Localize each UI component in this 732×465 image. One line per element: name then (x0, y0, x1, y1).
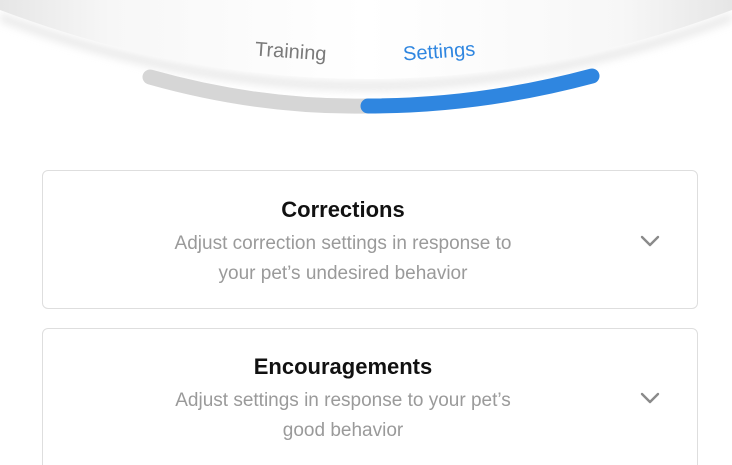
arc-background (0, 0, 732, 114)
corrections-card[interactable]: Corrections Adjust correction settings i… (42, 170, 698, 309)
encouragements-title: Encouragements (253, 354, 433, 379)
corrections-title: Corrections (281, 197, 405, 222)
tab-training[interactable]: Training (254, 38, 327, 67)
tab-settings[interactable]: Settings (402, 38, 476, 67)
chevron-down-icon[interactable] (639, 391, 661, 405)
chevron-down-icon[interactable] (639, 234, 661, 248)
encouragements-description: Adjust settings in response to your pet’… (83, 386, 603, 446)
encouragements-description-line-1: Adjust settings in response to your pet’… (175, 390, 511, 411)
corrections-card-content: Corrections Adjust correction settings i… (83, 195, 603, 289)
corrections-description-line-1: Adjust correction settings in response t… (174, 233, 512, 254)
arc-panel (0, 0, 732, 79)
encouragements-card-content: Encouragements Adjust settings in respon… (83, 352, 603, 446)
settings-screen: Training Settings Corrections Adjust cor… (0, 0, 732, 465)
encouragements-description-line-2: good behavior (282, 420, 404, 441)
corrections-description: Adjust correction settings in response t… (83, 229, 603, 289)
tab-selector: Training Settings (0, 0, 732, 150)
corrections-description-line-2: your pet’s undesired behavior (218, 263, 468, 284)
encouragements-card[interactable]: Encouragements Adjust settings in respon… (42, 328, 698, 465)
